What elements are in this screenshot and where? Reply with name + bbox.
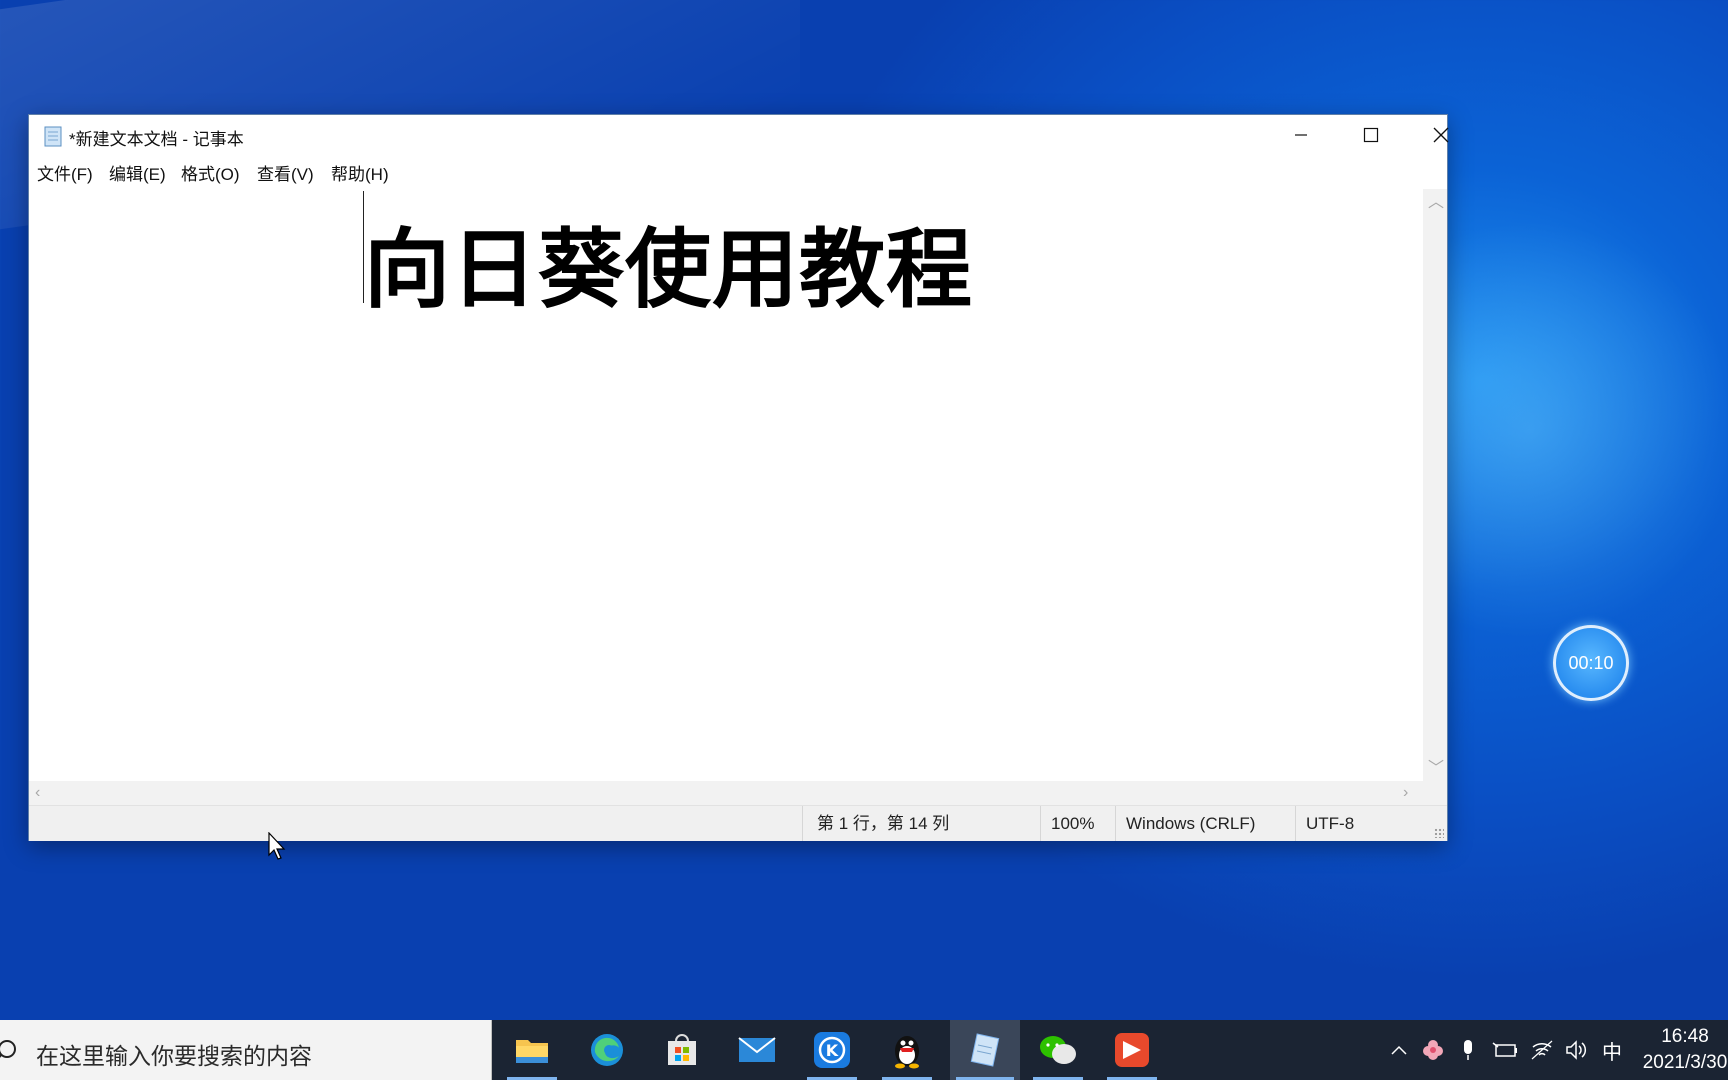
menu-format[interactable]: 格式(O)	[181, 160, 240, 185]
title-bar[interactable]: *新建文本文档 - 记事本	[29, 115, 1449, 155]
menu-view[interactable]: 查看(V)	[257, 160, 314, 185]
horizontal-scrollbar[interactable]: ‹ ›	[29, 781, 1423, 805]
tray-ime-indicator[interactable]: 中	[1597, 1020, 1627, 1080]
resize-grip[interactable]	[1434, 828, 1444, 838]
scrollbar-corner	[1423, 781, 1447, 805]
qq-penguin-icon	[895, 1036, 919, 1069]
menu-bar: 文件(F) 编辑(E) 格式(O) 查看(V) 帮助(H)	[29, 155, 1447, 185]
status-zoom: 100%	[1040, 806, 1115, 841]
speaker-icon	[1566, 1040, 1587, 1060]
taskbar: 在这里输入你要搜索的内容 K 中 16:48 2021/3/30	[0, 1020, 1728, 1080]
taskbar-kugou[interactable]: K	[801, 1020, 863, 1080]
battery-icon	[1492, 1042, 1517, 1057]
clock-date: 2021/3/30	[1642, 1052, 1728, 1073]
notepad-icon	[970, 1033, 1000, 1067]
tray-volume[interactable]	[1561, 1020, 1593, 1080]
scroll-right-icon[interactable]: ›	[1403, 785, 1408, 801]
close-icon	[1433, 127, 1449, 143]
editor-content: 向日葵使用教程	[364, 220, 973, 320]
tray-microphone[interactable]	[1453, 1020, 1483, 1080]
status-bar: 第 1 行，第 14 列 100% Windows (CRLF) UTF-8	[29, 805, 1447, 841]
taskbar-mail[interactable]	[726, 1020, 788, 1080]
taskbar-qq[interactable]	[876, 1020, 938, 1080]
close-button[interactable]	[1406, 115, 1476, 155]
svg-text:K: K	[826, 1041, 839, 1060]
store-bag-icon	[668, 1034, 696, 1065]
search-icon	[0, 1040, 16, 1058]
status-line-ending: Windows (CRLF)	[1115, 806, 1295, 841]
flower-icon	[1423, 1040, 1443, 1060]
mail-icon	[738, 1037, 776, 1062]
maximize-icon	[1363, 127, 1379, 143]
taskbar-clock[interactable]: 16:48 2021/3/30	[1630, 1024, 1728, 1076]
edge-browser-icon	[591, 1034, 623, 1066]
timer-text: 00:10	[1568, 652, 1614, 673]
maximize-button[interactable]	[1336, 115, 1406, 155]
taskbar-file-explorer[interactable]	[501, 1020, 563, 1080]
scroll-left-icon[interactable]: ‹	[35, 785, 40, 801]
taskbar-store[interactable]	[651, 1020, 713, 1080]
tray-network[interactable]	[1526, 1020, 1558, 1080]
window-title: *新建文本文档 - 记事本	[69, 130, 244, 149]
recording-timer[interactable]: 00:10	[1553, 625, 1629, 701]
minimize-icon	[1295, 134, 1307, 136]
taskbar-edge[interactable]	[576, 1020, 638, 1080]
text-editor[interactable]: 向日葵使用教程	[29, 189, 1423, 781]
taskbar-wechat[interactable]	[1027, 1020, 1089, 1080]
wechat-icon	[1040, 1036, 1076, 1064]
chevron-up-icon	[1391, 1045, 1407, 1055]
vertical-scrollbar[interactable]: ︿ ﹀	[1423, 189, 1447, 781]
mouse-cursor-icon	[268, 832, 286, 860]
taskbar-presentation-app[interactable]	[1101, 1020, 1163, 1080]
notepad-app-icon	[44, 126, 62, 147]
kugou-music-icon: K	[814, 1032, 850, 1068]
taskbar-search-box[interactable]: 在这里输入你要搜索的内容	[0, 1020, 492, 1080]
status-encoding: UTF-8	[1295, 806, 1445, 841]
scroll-down-icon[interactable]: ﹀	[1428, 761, 1444, 777]
folder-icon	[516, 1040, 548, 1063]
minimize-button[interactable]	[1266, 115, 1336, 155]
clock-time: 16:48	[1661, 1026, 1709, 1047]
tray-power[interactable]	[1488, 1020, 1522, 1080]
taskbar-notepad[interactable]	[950, 1020, 1020, 1080]
status-cursor-position: 第 1 行，第 14 列	[802, 806, 1040, 841]
ime-label: 中	[1602, 1041, 1622, 1064]
presentation-app-icon	[1115, 1033, 1149, 1067]
notepad-window[interactable]: *新建文本文档 - 记事本 文件(F) 编辑(E) 格式(O) 查看(V) 帮助…	[28, 114, 1449, 841]
search-placeholder: 在这里输入你要搜索的内容	[36, 1043, 312, 1069]
menu-help[interactable]: 帮助(H)	[331, 160, 389, 185]
microphone-icon	[1464, 1040, 1472, 1060]
tray-flower-app[interactable]	[1418, 1020, 1448, 1080]
scroll-up-icon[interactable]: ︿	[1428, 195, 1444, 211]
wifi-icon	[1531, 1040, 1553, 1060]
menu-file[interactable]: 文件(F)	[37, 160, 93, 185]
tray-show-hidden[interactable]	[1385, 1020, 1413, 1080]
menu-edit[interactable]: 编辑(E)	[109, 160, 166, 185]
